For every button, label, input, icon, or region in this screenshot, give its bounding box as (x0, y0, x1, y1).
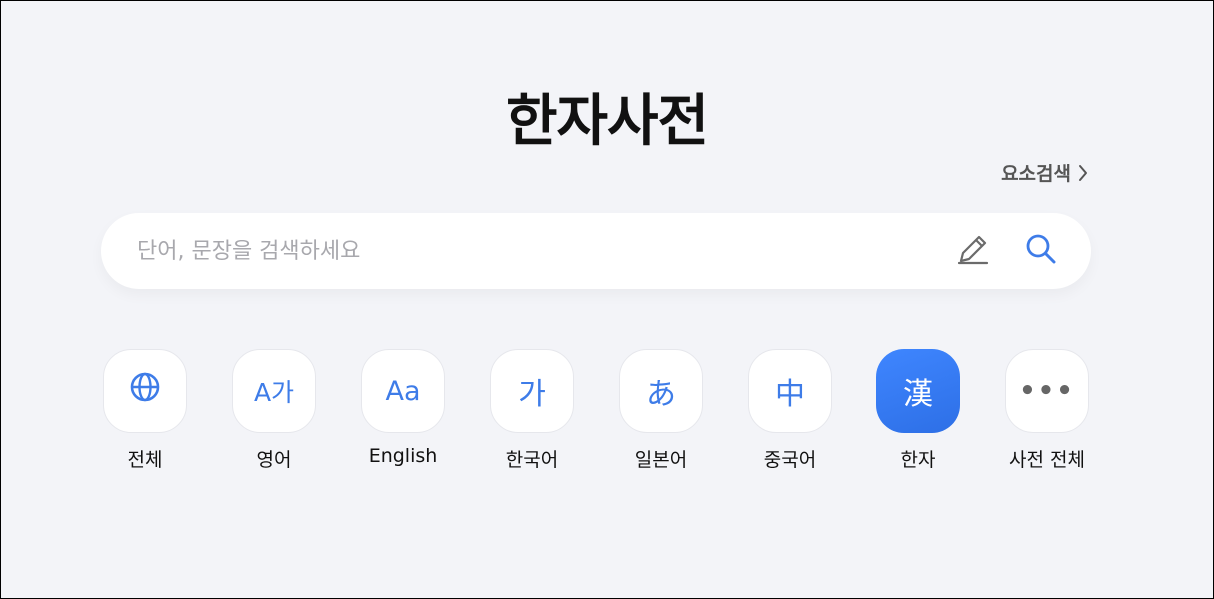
hanja-icon: 漢 (903, 377, 933, 412)
english-icon: Aa (385, 375, 421, 407)
search-bar (101, 213, 1091, 289)
japanese-icon: あ (646, 377, 676, 412)
category-korean[interactable]: 가 한국어 (490, 349, 574, 472)
pen-icon (955, 231, 991, 271)
chevron-right-icon (1077, 163, 1089, 183)
category-label: 영어 (256, 449, 292, 471)
category-chinese[interactable]: 中 중국어 (748, 349, 832, 472)
category-tile: 가 (490, 349, 574, 433)
category-tile: あ (619, 349, 703, 433)
category-label: 전체 (127, 449, 163, 471)
category-all[interactable]: 전체 (103, 349, 187, 472)
category-english[interactable]: Aa English (361, 349, 445, 467)
category-all-dictionaries[interactable]: ••• 사전 전체 (1005, 349, 1089, 472)
category-label: 일본어 (634, 449, 688, 471)
page-frame: 한자사전 요소검색 단어, 문장을 검색하세요 전체 A가 영어 Aa Engl… (0, 0, 1214, 599)
category-label: 중국어 (763, 449, 817, 471)
category-tile: A가 (232, 349, 316, 433)
search-icon (1023, 231, 1059, 271)
page-title: 한자사전 (505, 89, 709, 154)
category-label: 한자 (900, 449, 936, 471)
dictionary-categories: 전체 A가 영어 Aa English 가 한국어 あ 일본어 中 중국어 漢 … (103, 349, 1093, 489)
chinese-icon: 中 (775, 377, 805, 412)
element-search-label: 요소검색 (1001, 163, 1071, 185)
category-tile: ••• (1005, 349, 1089, 433)
category-japanese[interactable]: あ 일본어 (619, 349, 703, 472)
category-label: 사전 전체 (1009, 449, 1085, 471)
category-tile (103, 349, 187, 433)
category-tile: 中 (748, 349, 832, 433)
search-button[interactable] (1015, 225, 1067, 277)
english-korean-icon: A가 (253, 378, 295, 407)
korean-icon: 가 (518, 377, 546, 412)
globe-icon (129, 371, 161, 411)
category-tile: Aa (361, 349, 445, 433)
category-label: 한국어 (505, 449, 559, 471)
category-tile-active: 漢 (876, 349, 960, 433)
category-label: English (368, 445, 438, 467)
category-english-korean[interactable]: A가 영어 (232, 349, 316, 472)
element-search-link[interactable]: 요소검색 (1001, 159, 1089, 186)
handwriting-input-button[interactable] (947, 225, 999, 277)
more-icon: ••• (1019, 376, 1075, 406)
category-hanja[interactable]: 漢 한자 (876, 349, 960, 472)
search-input[interactable] (101, 237, 947, 265)
